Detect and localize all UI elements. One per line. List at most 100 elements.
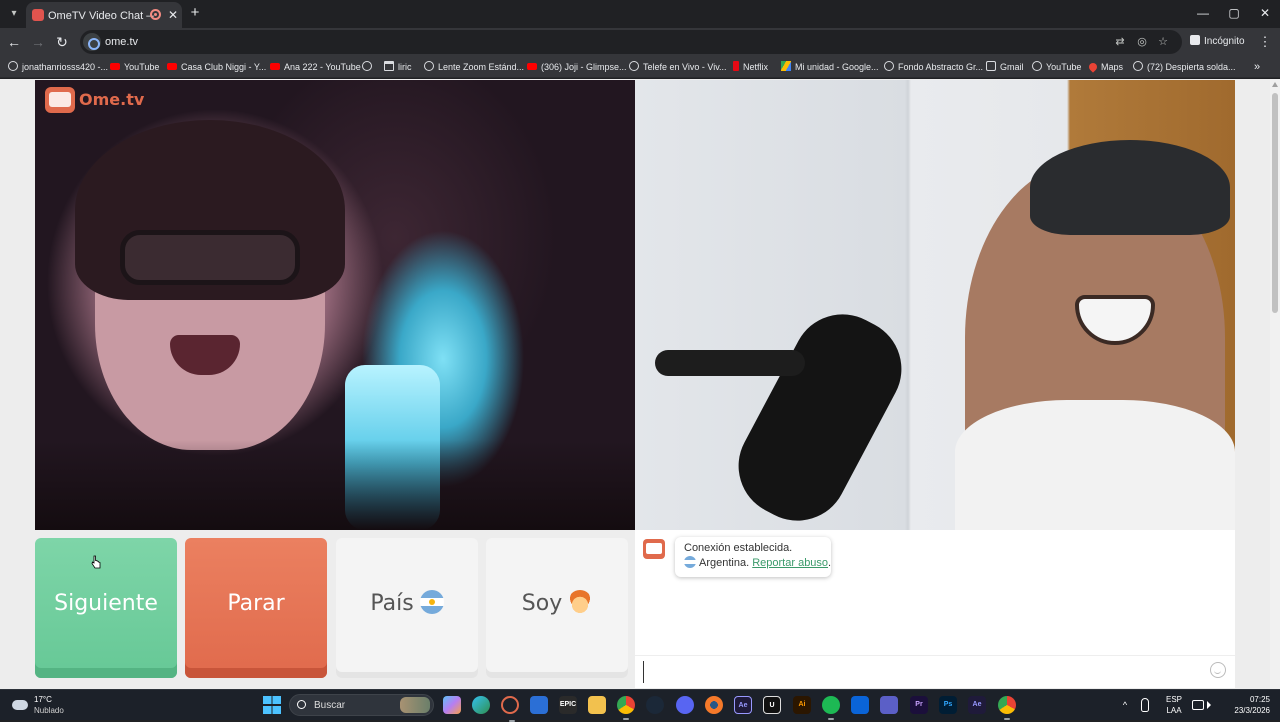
connection-status-text: Conexión establecida. [684, 542, 793, 554]
outlook-icon[interactable] [851, 696, 869, 714]
bookmark-item[interactable]: Gmail [986, 59, 1024, 75]
bookmark-item[interactable]: Netflix [733, 59, 768, 75]
bookmarks-overflow-button[interactable]: » [1250, 59, 1264, 75]
report-abuse-link[interactable]: Reportar abuso [752, 557, 828, 569]
language-indicator[interactable]: ESP LAA [1163, 694, 1185, 716]
steam-icon[interactable] [646, 696, 664, 714]
minimize-button[interactable]: — [1188, 4, 1218, 22]
after-effects-2-icon[interactable]: Ae [968, 696, 986, 714]
bookmark-item[interactable]: YouTube [110, 59, 159, 75]
bookmark-label: Telefe en Vivo - Viv... [643, 62, 727, 72]
youtube-icon [270, 63, 280, 70]
microphone-icon[interactable] [1141, 698, 1149, 712]
globe-icon [629, 61, 639, 71]
forward-arrow-icon[interactable]: → [28, 32, 48, 52]
bookmark-item[interactable]: (306) Joji - Glimpse... [527, 59, 627, 75]
premiere-icon[interactable]: Pr [910, 696, 928, 714]
tab-search-button[interactable]: ▾ [4, 4, 24, 24]
translate-icon[interactable]: ⇄ [1112, 34, 1128, 50]
bookmark-item[interactable]: Mi unidad - Google... [781, 59, 879, 75]
ae-label: Ae [738, 702, 748, 709]
clock-date: 23/3/2026 [1234, 706, 1270, 715]
spotify-icon[interactable] [822, 696, 840, 720]
clock-time: 07:25 [1249, 695, 1270, 704]
tab-strip: ▾ OmeTV Video Chat — Ome ✕ + — ▢ ✕ [0, 0, 1280, 28]
bookmark-item[interactable]: YouTube [1032, 59, 1081, 75]
bookmark-item[interactable]: Casa Club Niggi - Y... [167, 59, 266, 75]
argentina-flag-icon [419, 590, 444, 614]
scrollbar-thumb[interactable] [1272, 93, 1278, 313]
windows-taskbar: 17°C Nublado Buscar EPIC Ae U Ai Pr Ps A… [0, 689, 1280, 722]
shadow-overlay [35, 440, 635, 530]
site-info-icon[interactable] [83, 33, 101, 51]
chat-panel: Conexión establecida. Argentina. Reporta… [635, 530, 1235, 688]
globe-icon [362, 61, 372, 71]
photoshop-icon[interactable]: Ps [939, 696, 957, 714]
chrome-icon[interactable] [617, 696, 635, 720]
windows-start-icon[interactable] [263, 696, 281, 714]
scroll-up-icon[interactable] [1272, 82, 1278, 87]
network-icon[interactable] [1192, 700, 1204, 710]
address-bar[interactable]: ome.tv ⇄ ◎ ☆ [80, 30, 1182, 54]
reload-icon[interactable]: ↻ [52, 32, 72, 52]
after-effects-icon[interactable]: Ae [734, 696, 752, 714]
bookmark-label: YouTube [1046, 62, 1082, 72]
chat-message-input[interactable] [643, 661, 1203, 683]
new-tab-button[interactable]: + [186, 4, 204, 22]
bookmark-item[interactable]: Telefe en Vivo - Viv... [629, 59, 727, 75]
unreal-icon[interactable]: U [763, 696, 781, 714]
bookmark-item[interactable]: jonathanriosss420 -... [8, 59, 108, 75]
copilot-icon[interactable] [443, 696, 461, 714]
bookmark-item[interactable]: Fondo Abstracto Gr... [884, 59, 983, 75]
discord-icon[interactable] [676, 696, 694, 714]
incognito-icon [1190, 35, 1200, 45]
back-arrow-icon[interactable]: ← [4, 32, 24, 52]
bookmark-item[interactable]: Maps [1087, 59, 1123, 75]
weather-description: Nublado [34, 706, 64, 715]
bookmark-item[interactable]: Ana 222 - YouTube [270, 59, 361, 75]
system-clock[interactable]: 07:25 23/3/2026 [1224, 694, 1270, 716]
next-button[interactable]: Siguiente [35, 538, 177, 678]
app-icon[interactable] [501, 696, 519, 722]
url-text[interactable]: ome.tv [105, 34, 138, 50]
eye-off-icon[interactable]: ◎ [1134, 34, 1150, 50]
bookmark-item[interactable]: (72) Despierta solda... [1133, 59, 1236, 75]
tray-overflow-icon[interactable]: ^ [1120, 698, 1130, 712]
file-explorer-icon[interactable] [588, 696, 606, 714]
bookmark-item[interactable] [362, 59, 376, 75]
more-menu-icon[interactable]: ⋮ [1258, 32, 1272, 52]
bookmark-label: liric [398, 62, 412, 72]
argentina-flag-icon [684, 556, 696, 568]
page-scrollbar[interactable] [1270, 79, 1280, 689]
youtube-icon [110, 63, 120, 70]
edge-icon[interactable] [472, 696, 490, 714]
bookmark-star-icon[interactable]: ☆ [1155, 34, 1171, 50]
taskbar-search-box[interactable]: Buscar [289, 694, 434, 716]
gender-button[interactable]: Soy [486, 538, 628, 678]
browser-toolbar: ← → ↻ ome.tv ⇄ ◎ ☆ Incógnito ⋮ [0, 28, 1280, 56]
mic-arm-shape [655, 350, 805, 376]
language-code: ESP [1165, 695, 1182, 704]
active-tab[interactable]: OmeTV Video Chat — Ome ✕ [26, 2, 182, 28]
youtube-icon [527, 63, 537, 70]
bookmark-label: (72) Despierta solda... [1147, 62, 1236, 72]
chrome-2-icon[interactable] [998, 696, 1016, 720]
drive-icon [781, 61, 791, 71]
epic-games-icon[interactable]: EPIC [559, 696, 577, 714]
teams-icon[interactable] [880, 696, 898, 714]
country-button[interactable]: País [336, 538, 478, 678]
store-icon[interactable] [530, 696, 548, 714]
volume-icon[interactable] [1207, 701, 1211, 709]
bookmark-folder[interactable]: liric [384, 59, 412, 75]
system-message: Conexión establecida. Argentina. Reporta… [675, 537, 831, 577]
incognito-indicator[interactable]: Incógnito [1190, 33, 1245, 51]
search-icon [297, 700, 306, 709]
close-window-button[interactable]: ✕ [1250, 4, 1280, 22]
illustrator-icon[interactable]: Ai [793, 696, 811, 714]
tab-close-icon[interactable]: ✕ [166, 7, 180, 23]
stop-button[interactable]: Parar [185, 538, 327, 678]
maximize-button[interactable]: ▢ [1219, 4, 1249, 22]
emoji-icon[interactable] [1210, 662, 1226, 678]
blender-icon[interactable] [705, 696, 723, 714]
bookmark-item[interactable]: Lente Zoom Estánd... [424, 59, 524, 75]
